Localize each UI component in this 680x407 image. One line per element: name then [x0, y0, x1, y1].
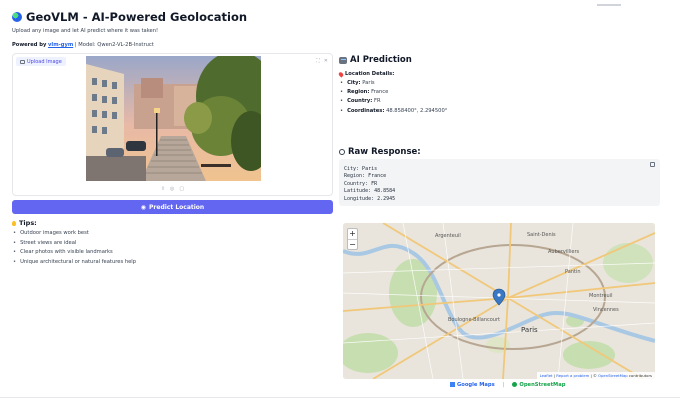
location-map[interactable]: Argenteuil Saint-Denis Aubervilliers Pan… — [343, 223, 655, 379]
city-label: City: — [347, 80, 361, 86]
robot-icon — [339, 56, 347, 64]
image-icon — [20, 59, 25, 64]
app-title-text: GeoVLM - AI-Powered Geolocation — [26, 10, 248, 24]
image-upload-panel[interactable]: Upload Image ⛶ ✕ ⇪ ◎ ▢ — [12, 53, 333, 196]
footer-divider — [0, 397, 680, 398]
zoom-out-button[interactable]: − — [348, 239, 357, 249]
coordinates-row: Coordinates: 48.858400°, 2.294500° — [339, 107, 447, 116]
zoom-in-button[interactable]: + — [348, 229, 357, 239]
magnifier-icon — [339, 149, 345, 155]
map-label: Montreuil — [589, 293, 612, 299]
map-icon — [450, 382, 455, 387]
report-problem-link[interactable]: Report a problem — [556, 373, 589, 378]
tips-list: Outdoor images work best Street views ar… — [12, 229, 136, 268]
predict-location-button[interactable]: ◉ Predict Location — [12, 200, 333, 214]
target-icon: ◉ — [140, 203, 147, 211]
zoom-control: + − — [347, 228, 358, 250]
tip-item: Street views are ideal — [12, 239, 136, 249]
image-panel-tools: ⛶ ✕ — [316, 58, 328, 64]
map-label: Paris — [521, 326, 538, 334]
image-source-bar: ⇪ ◎ ▢ — [13, 182, 332, 195]
map-label: Aubervilliers — [548, 249, 580, 255]
city-value: Paris — [362, 80, 375, 86]
raw-response-heading: Raw Response: — [339, 147, 421, 157]
pin-icon — [337, 70, 345, 78]
powered-by-line: Powered by vlm-gym | Model: Qwen2-VL-2B-… — [12, 42, 154, 48]
coordinates-value: 48.858400°, 2.294500° — [386, 107, 448, 114]
coordinates-label: Coordinates: — [347, 107, 385, 114]
google-maps-link[interactable]: Google Maps — [450, 382, 495, 388]
globe-icon — [512, 382, 518, 387]
country-label: Country: — [347, 98, 373, 105]
map-label: Saint-Denis — [527, 232, 556, 238]
leaflet-link[interactable]: Leaflet — [540, 373, 553, 378]
region-value: France — [371, 89, 389, 96]
park-area — [486, 337, 510, 353]
map-label: Vincennes — [593, 307, 619, 313]
paris-street-photo — [86, 56, 261, 181]
location-details-text: Location Details: — [345, 71, 395, 77]
copy-icon[interactable] — [650, 162, 655, 167]
tips-heading-text: Tips: — [19, 219, 37, 227]
region-label: Region: — [347, 89, 370, 96]
map-tiles: Argenteuil Saint-Denis Aubervilliers Pan… — [343, 223, 655, 379]
location-details-heading: Location Details: — [337, 70, 395, 78]
powered-prefix: Powered by — [12, 42, 47, 48]
model-info: | Model: Qwen2-VL-2B-Instruct — [74, 42, 154, 48]
osm-attribution-link[interactable]: OpenStreetMap — [598, 373, 628, 378]
app-subtitle: Upload any image and let AI predict wher… — [12, 28, 159, 34]
webcam-icon[interactable]: ◎ — [170, 186, 174, 192]
predict-location-label: Predict Location — [149, 203, 205, 211]
map-label: Boulogne-Billancourt — [448, 317, 500, 323]
location-details-list: City: Paris Region: France Country: FR C… — [339, 79, 447, 116]
external-map-links: Google Maps | OpenStreetMap — [450, 382, 565, 388]
map-label: Pantin — [565, 269, 581, 275]
upload-icon[interactable]: ⇪ — [161, 186, 165, 192]
attribution-suffix: contributors — [628, 373, 652, 378]
tip-item: Outdoor images work best — [12, 229, 136, 239]
country-row: Country: FR — [339, 97, 447, 106]
close-icon[interactable]: ✕ — [324, 58, 328, 64]
upload-image-label-text: Upload Image — [27, 58, 62, 65]
openstreetmap-label: OpenStreetMap — [519, 382, 566, 388]
google-maps-label: Google Maps — [457, 382, 495, 388]
app-title: GeoVLM - AI-Powered Geolocation — [12, 10, 247, 24]
expand-icon[interactable]: ⛶ — [316, 58, 320, 64]
top-divider — [597, 4, 621, 6]
region-row: Region: France — [339, 88, 447, 97]
lightbulb-icon — [12, 220, 16, 226]
raw-response-box: City: Paris Region: France Country: FR L… — [339, 159, 660, 206]
openstreetmap-link[interactable]: OpenStreetMap — [512, 382, 565, 388]
ai-prediction-heading-text: AI Prediction — [350, 55, 412, 65]
ai-prediction-heading: AI Prediction — [339, 55, 412, 65]
park-area — [563, 341, 615, 369]
uploaded-photo — [86, 56, 261, 181]
upload-image-label: Upload Image — [16, 57, 66, 66]
map-label: Argenteuil — [435, 233, 461, 239]
tip-item: Clear photos with visible landmarks — [12, 248, 136, 258]
link-separator: | — [502, 382, 505, 388]
tips-heading: Tips: — [12, 219, 37, 227]
country-value: FR — [373, 98, 381, 105]
raw-response-text: City: Paris Region: France Country: FR L… — [344, 166, 396, 202]
city-row: City: Paris — [339, 79, 447, 88]
raw-response-heading-text: Raw Response: — [348, 147, 421, 157]
globe-icon — [12, 12, 22, 22]
clipboard-icon[interactable]: ▢ — [179, 186, 184, 192]
vlm-gym-link[interactable]: vlm-gym — [48, 42, 73, 48]
map-attribution: Leaflet | Report a problem | © OpenStree… — [536, 372, 655, 379]
tip-item: Unique architectural or natural features… — [12, 258, 136, 268]
